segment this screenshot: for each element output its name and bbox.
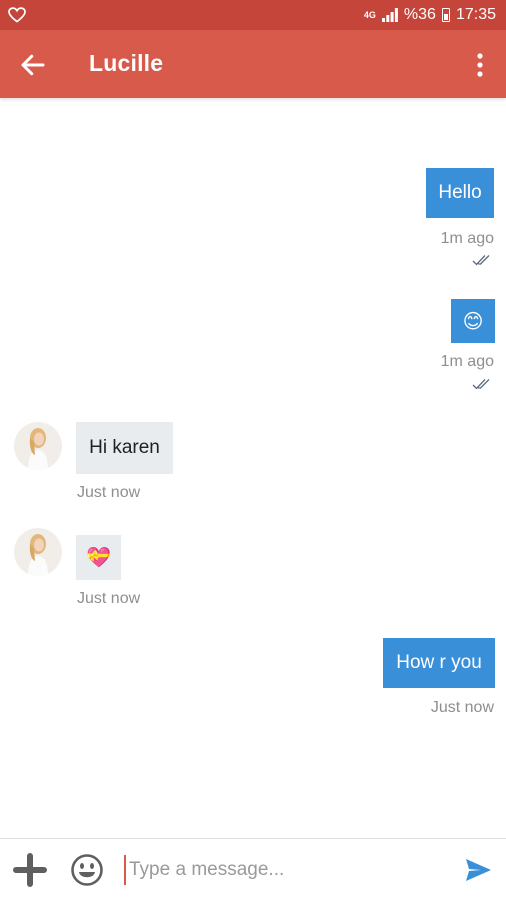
battery-icon xyxy=(441,8,450,22)
incoming-message-bubble[interactable]: 💝 xyxy=(76,535,121,580)
message-timestamp: 1m ago xyxy=(440,230,494,247)
avatar-image xyxy=(14,422,62,470)
message-timestamp: 1m ago xyxy=(440,353,494,370)
avatar[interactable] xyxy=(14,422,62,470)
message-text: Hello xyxy=(438,182,482,203)
more-vertical-icon[interactable] xyxy=(468,50,492,80)
message-composer xyxy=(0,838,506,900)
incoming-message-bubble[interactable]: Hi karen xyxy=(76,422,173,474)
message-text: Hi karen xyxy=(89,437,160,458)
avatar-image xyxy=(14,528,62,576)
double-check-icon xyxy=(472,379,490,390)
message-list[interactable]: Hello 1m ago 😊 1m ago Hi karen Just now xyxy=(0,98,506,838)
clock: 17:35 xyxy=(455,6,496,23)
app-bar: Lucille xyxy=(0,30,506,98)
chat-title: Lucille xyxy=(89,50,164,76)
message-timestamp: Just now xyxy=(430,699,494,716)
battery-percent: %36 xyxy=(403,6,436,23)
message-timestamp: Just now xyxy=(77,590,141,607)
send-icon[interactable] xyxy=(464,856,492,884)
emoji-message: 💝 xyxy=(86,547,111,569)
outgoing-message-bubble[interactable]: 😊 xyxy=(451,299,495,343)
smiley-icon[interactable] xyxy=(70,853,104,887)
message-text: How r you xyxy=(396,652,482,673)
status-bar: 4G %36 17:35 xyxy=(0,0,506,30)
network-type: 4G xyxy=(363,10,376,20)
plus-icon[interactable] xyxy=(13,853,47,887)
emoji-message: 😊 xyxy=(462,310,484,333)
arrow-left-icon[interactable] xyxy=(18,50,48,80)
outgoing-message-bubble[interactable]: How r you xyxy=(383,638,495,688)
message-timestamp: Just now xyxy=(77,484,141,501)
avatar[interactable] xyxy=(14,528,62,576)
message-input[interactable] xyxy=(124,855,444,885)
heart-icon xyxy=(8,7,26,23)
double-check-icon xyxy=(472,255,490,266)
signal-icon xyxy=(381,8,398,22)
outgoing-message-bubble[interactable]: Hello xyxy=(426,168,494,218)
